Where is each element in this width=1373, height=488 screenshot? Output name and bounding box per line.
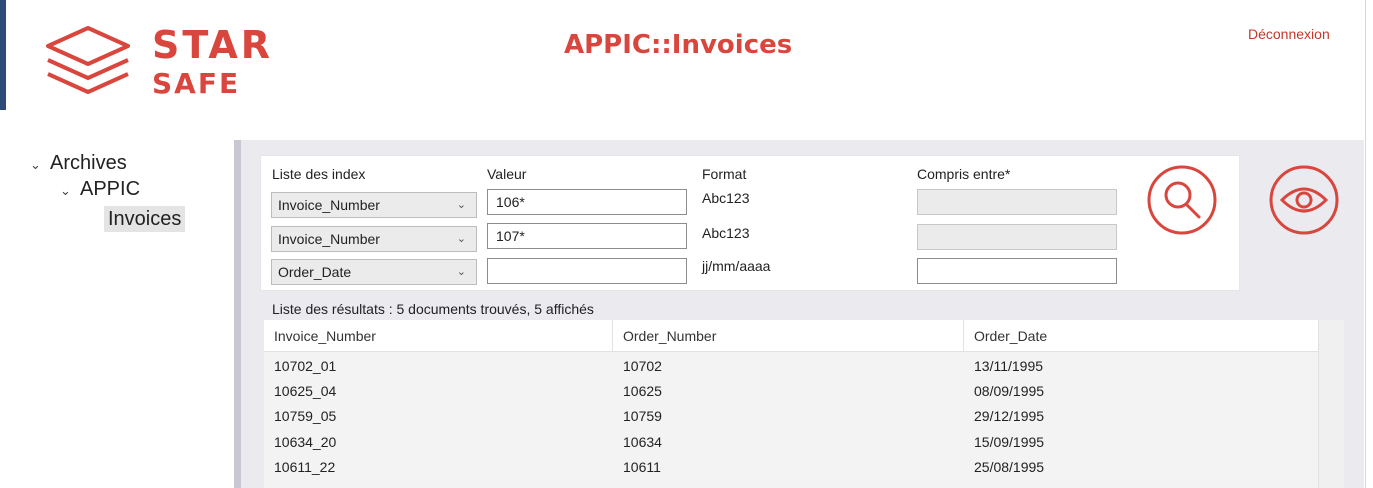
cell-order-number: 10759 (623, 408, 662, 424)
value-input[interactable] (487, 258, 687, 284)
panel-splitter[interactable] (234, 140, 241, 488)
search-icon (1147, 165, 1217, 235)
cell-order-number: 10625 (623, 383, 662, 399)
column-header-invoice-number[interactable]: Invoice_Number (274, 328, 376, 344)
cell-invoice-number: 10611_22 (274, 459, 336, 475)
view-button[interactable] (1268, 164, 1340, 236)
cell-order-number: 10634 (623, 434, 662, 450)
table-scrollbar[interactable] (1318, 320, 1344, 488)
cell-invoice-number: 10759_05 (274, 408, 337, 424)
range-input (917, 189, 1117, 215)
logo-text-top: STAR (152, 23, 274, 67)
cell-invoice-number: 10625_04 (274, 383, 337, 399)
cell-invoice-number: 10634_20 (274, 434, 337, 450)
cell-order-number: 10702 (623, 358, 662, 374)
range-input[interactable] (917, 258, 1117, 284)
value-input[interactable]: 107* (487, 223, 687, 249)
page-title: APPIC::Invoices (564, 30, 793, 60)
format-header: Format (702, 166, 747, 182)
logout-link[interactable]: Déconnexion (1248, 26, 1330, 42)
index-select-value: Order_Date (278, 264, 352, 280)
index-select[interactable]: Invoice_Number ⌄ (271, 226, 477, 252)
column-header-order-date[interactable]: Order_Date (974, 328, 1047, 344)
cell-order-date: 13/11/1995 (974, 358, 1044, 374)
value-input[interactable]: 106* (487, 189, 687, 215)
column-header-order-number[interactable]: Order_Number (623, 328, 716, 344)
value-header: Valeur (487, 166, 527, 182)
format-label: Abc123 (702, 190, 750, 206)
tree-item-label: Invoices (108, 208, 182, 230)
chevron-down-icon[interactable]: ⌄ (60, 178, 80, 204)
window-divider (1365, 0, 1366, 488)
index-select-value: Invoice_Number (278, 231, 380, 247)
range-header: Compris entre* (917, 166, 1011, 182)
index-select[interactable]: Order_Date ⌄ (271, 259, 477, 285)
cell-order-date: 08/09/1995 (974, 383, 1045, 399)
chevron-down-icon: ⌄ (456, 233, 466, 245)
search-button[interactable] (1146, 164, 1218, 236)
tree-item-invoices[interactable]: Invoices (104, 206, 186, 232)
results-summary: Liste des résultats : 5 documents trouvé… (272, 301, 594, 317)
cell-order-date: 15/09/1995 (974, 434, 1045, 450)
range-input (917, 224, 1117, 250)
column-divider[interactable] (612, 320, 613, 352)
logo-text-bottom: SAFE (152, 67, 241, 100)
table-header (264, 320, 1318, 352)
layers-logo-icon (46, 26, 130, 94)
tree-item-label: APPIC (80, 178, 141, 200)
cell-invoice-number: 10702_01 (274, 358, 337, 374)
format-label: jj/mm/aaaa (702, 258, 771, 274)
index-list-header: Liste des index (272, 166, 366, 182)
eye-icon (1269, 165, 1339, 235)
tree-item-appic[interactable]: ⌄ APPIC (60, 176, 140, 202)
format-label: Abc123 (702, 225, 750, 241)
cell-order-number: 10611 (623, 459, 661, 475)
chevron-down-icon[interactable]: ⌄ (30, 152, 50, 178)
chevron-down-icon: ⌄ (456, 199, 466, 211)
cell-order-date: 29/12/1995 (974, 408, 1045, 424)
column-divider[interactable] (963, 320, 964, 352)
tree-item-archives[interactable]: ⌄ Archives (30, 150, 127, 176)
tree-item-label: Archives (50, 152, 127, 174)
index-select[interactable]: Invoice_Number ⌄ (271, 192, 477, 218)
chevron-down-icon: ⌄ (456, 266, 466, 278)
index-select-value: Invoice_Number (278, 197, 380, 213)
cell-order-date: 25/08/1995 (974, 459, 1045, 475)
logo: STAR SAFE (40, 22, 300, 102)
window-edge (0, 0, 6, 110)
